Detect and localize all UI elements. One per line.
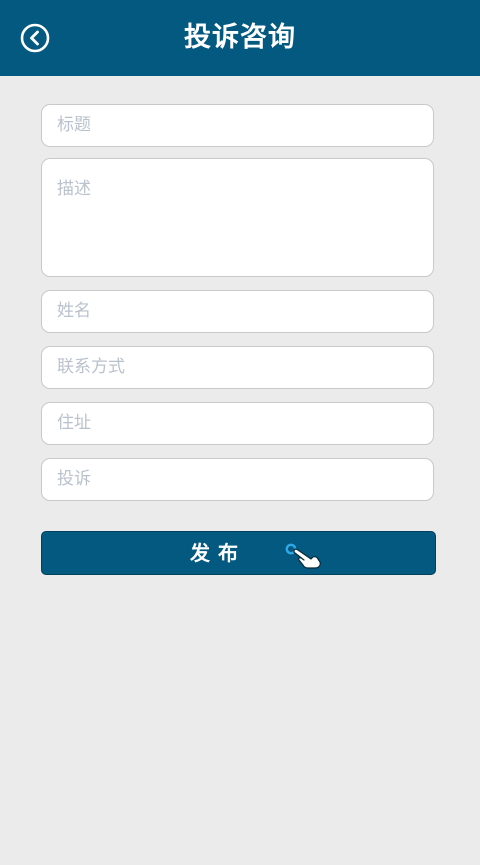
- name-field[interactable]: [41, 290, 434, 333]
- complaint-input[interactable]: [57, 459, 417, 500]
- address-field[interactable]: [41, 402, 434, 445]
- tap-hand-icon: [285, 543, 321, 569]
- app-header: 投诉咨询: [0, 0, 480, 76]
- description-field[interactable]: [41, 158, 434, 277]
- submit-button[interactable]: 发布: [41, 531, 436, 575]
- contact-field[interactable]: [41, 346, 434, 389]
- title-field[interactable]: [41, 104, 434, 147]
- submit-label: 发布: [190, 541, 246, 565]
- title-input[interactable]: [57, 105, 417, 146]
- name-input[interactable]: [57, 291, 417, 332]
- description-input[interactable]: [57, 174, 417, 269]
- page-title: 投诉咨询: [184, 22, 296, 53]
- contact-input[interactable]: [57, 347, 417, 388]
- complaint-field[interactable]: [41, 458, 434, 501]
- address-input[interactable]: [57, 403, 417, 444]
